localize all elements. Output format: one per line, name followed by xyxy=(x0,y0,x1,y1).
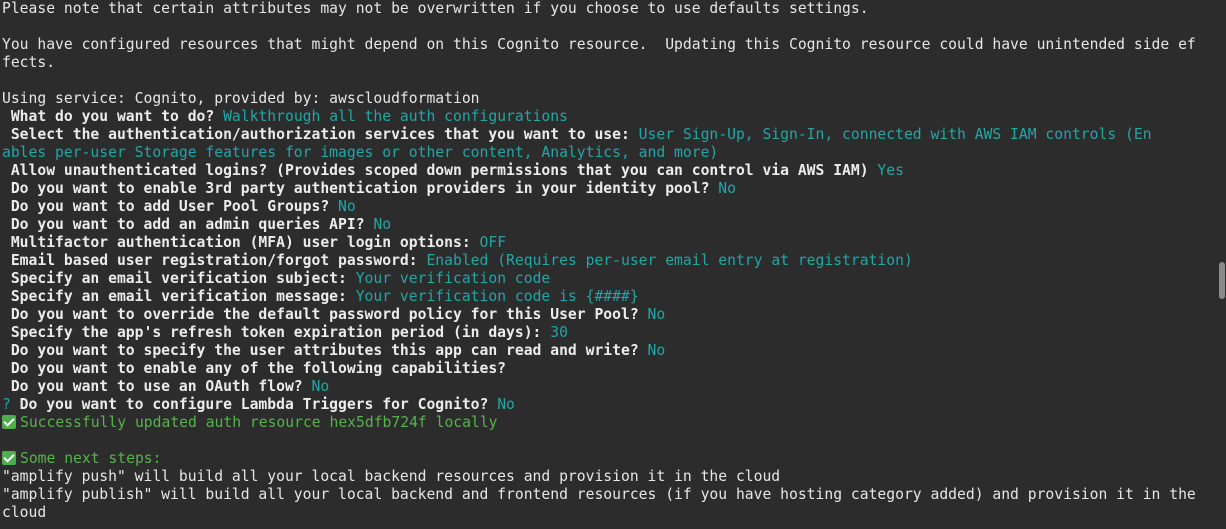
next-steps-heading: Some next steps: xyxy=(20,450,162,467)
prompt-line: Allow unauthenticated logins? (Provides … xyxy=(2,162,1226,180)
scrollbar[interactable] xyxy=(1218,0,1226,529)
prompt-line: Do you want to use an OAuth flow? No xyxy=(2,378,1226,396)
prompt-question: Email based user registration/forgot pas… xyxy=(2,252,418,269)
prompt-answer: OFF xyxy=(479,234,507,251)
prompt-answer: ables per-user Storage features for imag… xyxy=(2,144,719,161)
prompt-line: Do you want to enable any of the followi… xyxy=(2,360,1226,378)
prompt-answer: Enabled (Requires per-user email entry a… xyxy=(426,252,913,269)
warning-line: You have configured resources that might… xyxy=(2,36,1196,53)
prompt-question: What do you want to do? xyxy=(2,108,215,125)
prompt-answer: No xyxy=(373,216,392,233)
prompt-question: Do you want to override the default pass… xyxy=(2,306,639,323)
terminal-window[interactable]: Please note that certain attributes may … xyxy=(0,0,1226,529)
prompt-question: Specify the app's refresh token expirati… xyxy=(2,324,542,341)
prompt-answer: No xyxy=(647,306,666,323)
prompt-line: Email based user registration/forgot pas… xyxy=(2,252,1226,270)
prompt-line-wrap: ables per-user Storage features for imag… xyxy=(2,144,1226,162)
prompt-answer: 30 xyxy=(550,324,568,341)
prompt-line: Specify an email verification message: Y… xyxy=(2,288,1226,306)
prompt-question: Specify an email verification message: xyxy=(2,288,347,305)
prompt-answer: No xyxy=(718,180,736,197)
prompt-line: What do you want to do? Walkthrough all … xyxy=(2,108,1226,126)
check-mark-icon xyxy=(2,415,16,429)
active-prompt-line[interactable]: ? Do you want to configure Lambda Trigge… xyxy=(2,396,1226,414)
check-mark-icon xyxy=(2,451,16,465)
prompt-line: Multifactor authentication (MFA) user lo… xyxy=(2,234,1226,252)
prompt-question: Do you want to configure Lambda Triggers… xyxy=(10,396,489,413)
next-steps-line: Some next steps: xyxy=(2,450,1226,468)
prompt-line: Specify the app's refresh token expirati… xyxy=(2,324,1226,342)
prompt-question: Do you want to enable any of the followi… xyxy=(2,360,507,377)
prompt-answer: Yes xyxy=(877,162,904,179)
warning-line-wrap: fects. xyxy=(2,54,56,71)
prompt-question: Multifactor authentication (MFA) user lo… xyxy=(2,234,471,251)
prompt-question: Do you want to add User Pool Groups? xyxy=(2,198,330,215)
prompt-question: Do you want to enable 3rd party authenti… xyxy=(2,180,710,197)
note-line: Please note that certain attributes may … xyxy=(2,0,869,17)
prompt-answer: No xyxy=(311,378,330,395)
prompt-answer: Walkthrough all the auth configurations xyxy=(223,108,568,125)
prompt-line: Select the authentication/authorization … xyxy=(2,126,1226,144)
prompt-answer: Your verification code is {####} xyxy=(355,288,639,305)
prompt-line: Do you want to override the default pass… xyxy=(2,306,1226,324)
prompt-question: Do you want to use an OAuth flow? xyxy=(2,378,303,395)
success-message: Successfully updated auth resource hex5d… xyxy=(20,414,498,431)
prompt-question: Do you want to add an admin queries API? xyxy=(2,216,365,233)
prompt-line: Do you want to add User Pool Groups? No xyxy=(2,198,1226,216)
publish-hint-line: "amplify publish" will build all your lo… xyxy=(2,486,1196,503)
prompt-answer: No xyxy=(647,342,666,359)
prompt-line: Specify an email verification subject: Y… xyxy=(2,270,1226,288)
prompt-line: Do you want to specify the user attribut… xyxy=(2,342,1226,360)
publish-hint-line-wrap: cloud xyxy=(2,504,47,521)
prompt-question: Specify an email verification subject: xyxy=(2,270,347,287)
prompt-question: Do you want to specify the user attribut… xyxy=(2,342,639,359)
prompt-line: Do you want to add an admin queries API?… xyxy=(2,216,1226,234)
scrollbar-thumb[interactable] xyxy=(1219,262,1225,299)
prompt-answer: No xyxy=(338,198,356,215)
prompt-answer: User Sign-Up, Sign-In, connected with AW… xyxy=(638,126,1152,143)
prompt-answer: Your verification code xyxy=(355,270,551,287)
prompt-line: Do you want to enable 3rd party authenti… xyxy=(2,180,1226,198)
prompt-question: Allow unauthenticated logins? (Provides … xyxy=(2,162,869,179)
prompt-question: Select the authentication/authorization … xyxy=(2,126,630,143)
success-line: Successfully updated auth resource hex5d… xyxy=(2,414,1226,432)
question-mark-icon: ? xyxy=(2,396,11,413)
push-hint-line: "amplify push" will build all your local… xyxy=(2,468,781,485)
prompt-answer: No xyxy=(497,396,515,413)
service-line: Using service: Cognito, provided by: aws… xyxy=(2,90,480,107)
